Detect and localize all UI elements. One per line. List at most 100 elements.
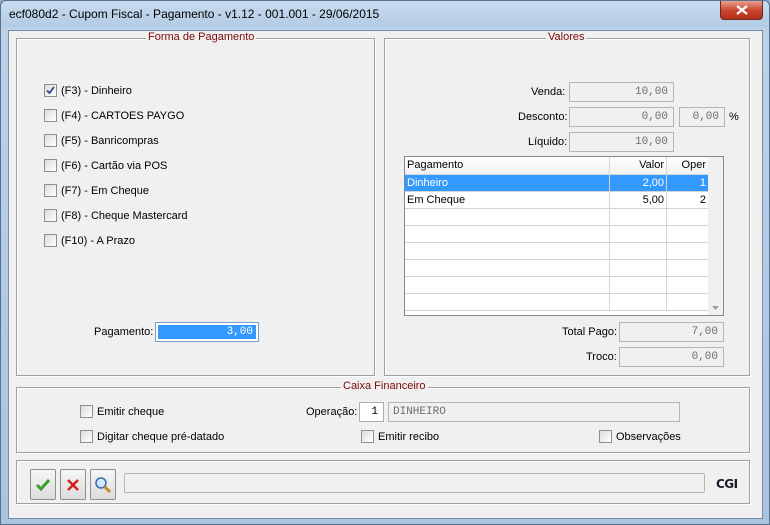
title-bar[interactable]: ecf080d2 - Cupom Fiscal - Pagamento - v1… <box>1 1 769 27</box>
col-valor[interactable]: Valor <box>609 157 668 175</box>
digitar-cheque-checkbox[interactable]: Digitar cheque pré-datado <box>80 430 224 443</box>
grid-scrollbar[interactable] <box>708 157 723 315</box>
pagamento-input[interactable]: 3,00 <box>155 322 259 342</box>
payment-option-checkbox[interactable]: (F8) - Cheque Mastercard <box>44 209 188 222</box>
checkbox-box[interactable] <box>44 109 57 122</box>
cell-pagamento: Em Cheque <box>405 191 611 209</box>
checkbox-box[interactable] <box>361 430 374 443</box>
empty-cell <box>405 293 611 311</box>
cell-valor: 2,00 <box>609 174 668 192</box>
checkbox-box[interactable] <box>44 234 57 247</box>
empty-cell <box>666 293 709 311</box>
empty-cell <box>609 259 668 277</box>
empty-cell <box>609 225 668 243</box>
empty-cell <box>666 276 709 294</box>
magnifier-icon <box>95 476 112 493</box>
empty-cell <box>405 208 611 226</box>
liquido-label: Líquido: <box>528 136 568 148</box>
cancel-button[interactable] <box>60 469 86 500</box>
liquido-field: 10,00 <box>569 132 674 152</box>
venda-label: Venda: <box>531 86 566 98</box>
operacao-code-field[interactable]: 1 <box>359 402 384 422</box>
check-icon <box>35 478 51 491</box>
table-row[interactable]: Dinheiro 2,00 1 <box>405 174 709 192</box>
operacao-desc-field: DINHEIRO <box>388 402 680 422</box>
checkbox-box[interactable] <box>44 84 57 97</box>
digitar-cheque-label: Digitar cheque pré-datado <box>97 430 225 443</box>
cell-pagamento: Dinheiro <box>405 174 611 192</box>
empty-cell <box>405 276 611 294</box>
empty-table-row <box>405 276 709 294</box>
cgi-logo: CGI <box>716 477 738 491</box>
payment-option-checkbox[interactable]: (F3) - Dinheiro <box>44 84 132 97</box>
checkbox-box[interactable] <box>44 209 57 222</box>
desconto-label: Desconto: <box>518 111 568 123</box>
venda-field: 10,00 <box>569 82 674 102</box>
empty-cell <box>666 225 709 243</box>
emitir-recibo-checkbox[interactable]: Emitir recibo <box>361 430 439 443</box>
search-button[interactable] <box>90 469 116 500</box>
checkbox-box[interactable] <box>44 159 57 172</box>
cell-oper: 1 <box>666 174 709 192</box>
desconto-field[interactable]: 0,00 <box>569 107 674 127</box>
checkbox-box[interactable] <box>80 430 93 443</box>
confirm-button[interactable] <box>30 469 56 500</box>
payment-option-label: (F4) - CARTOES PAYGO <box>61 109 185 122</box>
payment-option-checkbox[interactable]: (F4) - CARTOES PAYGO <box>44 109 184 122</box>
scroll-down-arrow-icon[interactable] <box>708 303 723 313</box>
payment-option-checkbox[interactable]: (F5) - Banricompras <box>44 134 159 147</box>
close-button[interactable] <box>720 1 763 20</box>
payment-option-checkbox[interactable]: (F6) - Cartão via POS <box>44 159 167 172</box>
observacoes-label: Observações <box>616 430 681 443</box>
desconto-pct-field[interactable]: 0,00 <box>679 107 725 127</box>
cell-oper: 2 <box>666 191 709 209</box>
checkmark-icon <box>46 86 55 95</box>
empty-table-row <box>405 208 709 226</box>
close-icon <box>735 5 748 15</box>
cell-valor: 5,00 <box>609 191 668 209</box>
empty-cell <box>609 276 668 294</box>
payment-option-checkbox[interactable]: (F10) - A Prazo <box>44 234 135 247</box>
payment-option-label: (F3) - Dinheiro <box>61 84 132 97</box>
checkbox-box[interactable] <box>599 430 612 443</box>
checkbox-box[interactable] <box>44 184 57 197</box>
empty-cell <box>666 208 709 226</box>
payment-option-label: (F6) - Cartão via POS <box>61 159 168 172</box>
pagamento-value: 3,00 <box>158 325 256 339</box>
emitir-recibo-label: Emitir recibo <box>378 430 440 443</box>
x-icon <box>67 478 79 491</box>
checkbox-box[interactable] <box>80 405 93 418</box>
percent-symbol: % <box>729 111 739 123</box>
app-window: ecf080d2 - Cupom Fiscal - Pagamento - v1… <box>0 0 770 525</box>
empty-cell <box>609 208 668 226</box>
empty-table-row <box>405 225 709 243</box>
table-row[interactable]: Em Cheque 5,00 2 <box>405 191 709 209</box>
forma-pagamento-legend: Forma de Pagamento <box>146 31 257 43</box>
payment-option-label: (F7) - Em Cheque <box>61 184 150 197</box>
payment-option-label: (F5) - Banricompras <box>61 134 159 147</box>
emitir-cheque-checkbox[interactable]: Emitir cheque <box>80 405 164 418</box>
empty-cell <box>609 293 668 311</box>
troco-label: Troco: <box>586 351 617 363</box>
status-bar <box>124 473 705 493</box>
col-pagamento[interactable]: Pagamento <box>405 157 611 175</box>
caixa-financeiro-legend: Caixa Financeiro <box>341 380 428 392</box>
troco-field: 0,00 <box>619 347 724 367</box>
observacoes-checkbox[interactable]: Observações <box>599 430 681 443</box>
payments-grid[interactable]: Pagamento Valor Oper Dinheiro 2,00 1 Em Che… <box>404 156 724 316</box>
empty-table-row <box>405 293 709 311</box>
empty-cell <box>666 242 709 260</box>
col-oper[interactable]: Oper <box>666 157 709 175</box>
empty-cell <box>609 242 668 260</box>
empty-table-row <box>405 242 709 260</box>
emitir-cheque-label: Emitir cheque <box>97 405 165 418</box>
total-pago-field: 7,00 <box>619 322 724 342</box>
window-title: ecf080d2 - Cupom Fiscal - Pagamento - v1… <box>9 7 380 21</box>
empty-table-row <box>405 259 709 277</box>
pagamento-label: Pagamento: <box>94 326 154 338</box>
checkbox-box[interactable] <box>44 134 57 147</box>
total-pago-label: Total Pago: <box>562 326 618 338</box>
grid-header-row: Pagamento Valor Oper <box>405 157 709 175</box>
payment-option-checkbox[interactable]: (F7) - Em Cheque <box>44 184 149 197</box>
payment-option-label: (F8) - Cheque Mastercard <box>61 209 188 222</box>
